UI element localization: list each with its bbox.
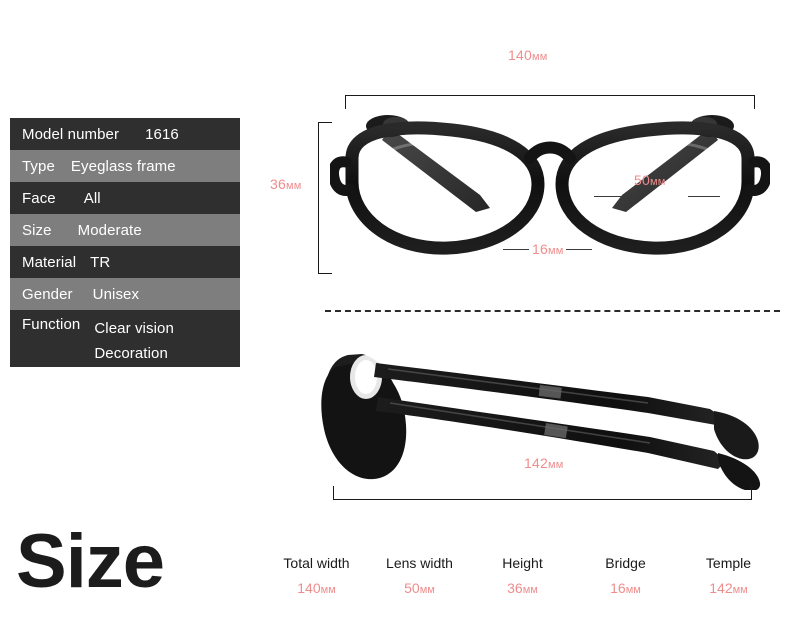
spec-row: Function Clear vision Decoration xyxy=(10,310,240,367)
height-dimension-bracket xyxy=(318,122,332,274)
spec-row: Size Moderate xyxy=(10,214,240,246)
measurement-column: Temple 142мм xyxy=(677,552,780,604)
measurement-name: Total width xyxy=(283,555,350,571)
measurement-name: Bridge xyxy=(605,555,646,571)
spec-row-value: Unisex xyxy=(92,285,140,303)
spec-row-key: Material xyxy=(22,253,77,271)
measurement-number: 50 xyxy=(404,580,420,596)
measurement-value: 36мм xyxy=(471,574,574,604)
specification-table: Model number 1616 Type Eyeglass frame Face Al… xyxy=(10,118,240,367)
measurement-column: Total width 140мм xyxy=(265,552,368,604)
measurement-column: Bridge 16мм xyxy=(574,552,677,604)
temple-dimension-label: 142мм xyxy=(524,455,564,471)
bridge-leader-line-right xyxy=(566,249,592,250)
spec-row-key: Function xyxy=(22,316,81,333)
spec-row-key: Type xyxy=(22,157,55,175)
measurement-name: Temple xyxy=(705,555,752,571)
spec-row: Face All xyxy=(10,182,240,214)
section-divider-dashed-line xyxy=(325,310,780,312)
spec-row: Type Eyeglass frame xyxy=(10,150,240,182)
measurement-name: Lens width xyxy=(386,555,453,571)
bridge-dimension-label: 16мм xyxy=(532,241,564,257)
bridge-leader-line-left xyxy=(503,249,529,250)
measurement-number: 16 xyxy=(610,580,626,596)
measurement-value: 142мм xyxy=(677,574,780,604)
measurement-number: 142 xyxy=(709,580,733,596)
measurement-unit: мм xyxy=(732,584,748,596)
spec-row-key: Size xyxy=(22,221,52,239)
height-dimension-label: 36мм xyxy=(270,176,302,192)
measurement-column: Height 36мм xyxy=(471,552,574,604)
total-width-dimension-label: 140мм xyxy=(508,47,548,63)
spec-row-value: Moderate xyxy=(77,221,142,239)
measurement-unit: мм xyxy=(522,584,538,596)
lens-width-leader-line-left xyxy=(594,196,628,197)
measurement-value: 50мм xyxy=(368,574,471,604)
spec-row-key: Model number xyxy=(22,125,120,143)
spec-row-value: All xyxy=(83,189,101,207)
spec-row-value: Clear vision Decoration xyxy=(94,320,174,362)
spec-row-key: Gender xyxy=(22,285,73,303)
temple-dimension-bracket xyxy=(333,486,752,500)
measurement-number: 36 xyxy=(507,580,523,596)
measurement-value: 140мм xyxy=(265,574,368,604)
measurement-name: Height xyxy=(502,555,543,571)
spec-row-value: 1616 xyxy=(145,125,179,143)
measurement-column: Lens width 50мм xyxy=(368,552,471,604)
measurement-unit: мм xyxy=(419,584,435,596)
measurement-unit: мм xyxy=(320,584,336,596)
measurement-unit: мм xyxy=(625,584,641,596)
page-title: Size xyxy=(16,519,165,604)
spec-row-value: Eyeglass frame xyxy=(70,157,176,175)
measurement-value: 16мм xyxy=(574,574,677,604)
product-spec-page: Model number 1616 Type Eyeglass frame Face Al… xyxy=(0,0,790,633)
spec-row: Material TR xyxy=(10,246,240,278)
measurement-number: 140 xyxy=(297,580,321,596)
spec-row: Gender Unisex xyxy=(10,278,240,310)
total-width-dimension-bracket xyxy=(345,95,755,109)
lens-width-leader-line-right xyxy=(688,196,720,197)
spec-row: Model number 1616 xyxy=(10,118,240,150)
measurement-summary-row: Total width 140мм Lens width 50мм Height 36мм… xyxy=(265,552,780,604)
spec-row-value: TR xyxy=(90,253,111,271)
spec-row-key: Face xyxy=(22,189,56,207)
lens-width-dimension-label: 50мм xyxy=(634,172,666,188)
